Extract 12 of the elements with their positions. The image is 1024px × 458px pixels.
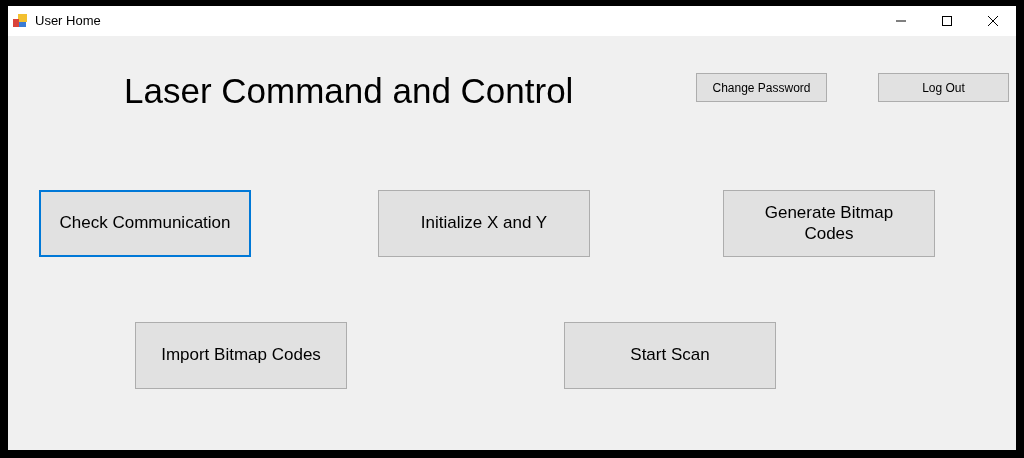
action-button[interactable]: Start Scan [564,322,776,389]
action-button[interactable]: Generate Bitmap Codes [723,190,935,257]
page-heading: Laser Command and Control [124,72,574,111]
window-title: User Home [35,12,101,31]
close-icon [988,16,998,26]
action-button[interactable]: Check Communication [39,190,251,257]
app-icon [12,13,28,29]
action-button[interactable]: Import Bitmap Codes [135,322,347,389]
header-button[interactable]: Log Out [878,73,1009,102]
action-button[interactable]: Initialize X and Y [378,190,590,257]
maximize-icon [942,16,952,26]
header-button[interactable]: Change Password [696,73,827,102]
